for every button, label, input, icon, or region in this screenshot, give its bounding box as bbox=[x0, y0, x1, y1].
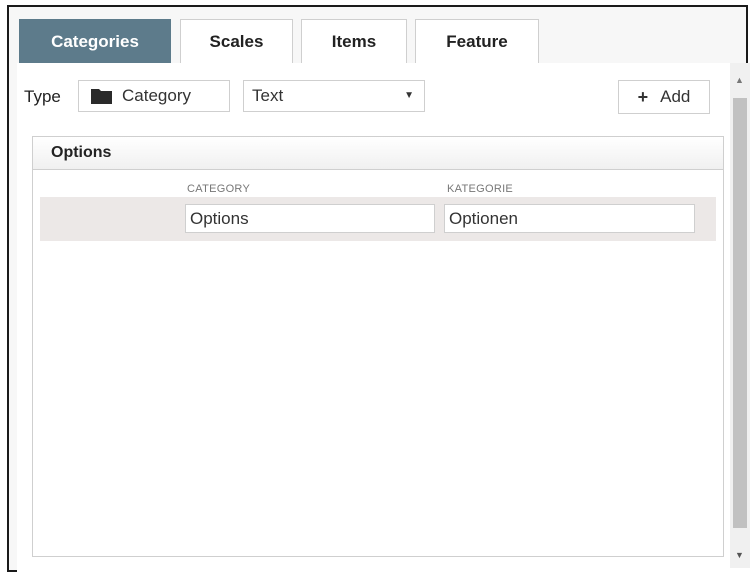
tab-scales[interactable]: Scales bbox=[180, 19, 293, 63]
dropdown-arrow-icon: ▼ bbox=[404, 90, 414, 101]
options-list: Options CATEGORY KATEGORIE bbox=[32, 136, 724, 557]
category-button-label: Category bbox=[122, 86, 191, 105]
category-button[interactable]: Category bbox=[78, 80, 230, 112]
plus-icon: + bbox=[637, 86, 649, 107]
tab-feature[interactable]: Feature bbox=[415, 19, 539, 63]
type-label: Type bbox=[24, 87, 61, 106]
scroll-down-icon[interactable]: ▼ bbox=[735, 550, 744, 560]
column-header-category: CATEGORY bbox=[187, 183, 251, 195]
vertical-scrollbar[interactable]: ▲ ▼ bbox=[730, 63, 750, 568]
tab-panel: Type Category Text ▼ + Add Options CATEG… bbox=[17, 63, 750, 572]
category-input[interactable] bbox=[185, 204, 435, 233]
add-button-label: Add bbox=[660, 87, 691, 106]
tab-bar: Categories Scales Items Feature bbox=[19, 19, 739, 63]
kategorie-input[interactable] bbox=[444, 204, 695, 233]
folder-icon bbox=[91, 89, 112, 104]
add-button[interactable]: + Add bbox=[618, 80, 710, 114]
list-header: Options bbox=[33, 137, 723, 170]
list-header-title: Options bbox=[51, 144, 112, 161]
scrollbar-thumb[interactable] bbox=[733, 98, 747, 528]
window-frame: Categories Scales Items Feature Type Cat… bbox=[7, 5, 750, 572]
type-select[interactable]: Text ▼ bbox=[243, 80, 425, 112]
column-header-kategorie: KATEGORIE bbox=[447, 183, 514, 195]
type-select-value: Text bbox=[252, 86, 284, 105]
tab-items[interactable]: Items bbox=[301, 19, 407, 63]
table-row bbox=[40, 197, 716, 241]
tab-categories[interactable]: Categories bbox=[19, 19, 171, 63]
scroll-up-icon[interactable]: ▲ bbox=[735, 75, 744, 85]
